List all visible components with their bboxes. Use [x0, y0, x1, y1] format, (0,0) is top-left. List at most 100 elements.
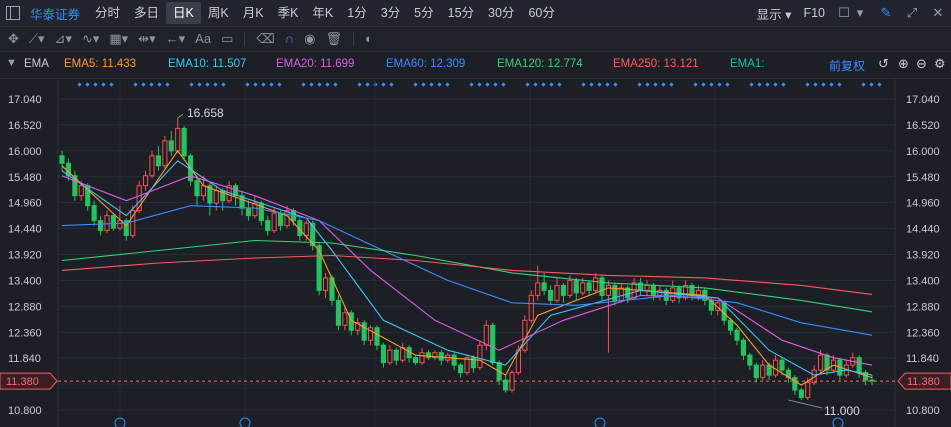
candle-body	[760, 364, 766, 379]
magnet-icon[interactable]: ∩	[285, 28, 294, 50]
candle-body	[361, 322, 367, 341]
candle-body	[117, 220, 123, 229]
marker-dot	[301, 82, 306, 87]
candle-body	[175, 127, 181, 152]
zoom-in-icon[interactable]: ⊕	[898, 56, 909, 72]
arrow-tool-icon[interactable]: ←▾	[166, 28, 186, 50]
zoom-out-icon[interactable]: ⊖	[916, 56, 927, 72]
close-icon[interactable]: ✕	[931, 6, 945, 20]
event-marker-icon[interactable]	[594, 417, 606, 427]
candle-body	[438, 352, 444, 361]
settings-icon[interactable]: ⚙	[934, 56, 946, 72]
eraser-icon[interactable]: ⌫	[256, 28, 274, 50]
separator	[352, 32, 354, 46]
marker-dot	[213, 82, 218, 87]
marker-dot	[605, 82, 610, 87]
marker-dot	[141, 82, 146, 87]
current-price-label-left: 11.380	[6, 376, 39, 388]
square-icon[interactable]: ☐	[837, 6, 851, 20]
candle-body	[155, 155, 162, 167]
period-tab[interactable]: 15分	[441, 2, 481, 24]
text-tool[interactable]: Aa	[195, 28, 211, 50]
marker-dot	[245, 82, 250, 87]
event-marker-icon[interactable]	[832, 417, 844, 427]
marker-dot	[277, 82, 282, 87]
adjust-button[interactable]: 前复权	[829, 57, 865, 74]
marker-dot	[813, 82, 818, 87]
fib-tool-icon[interactable]: ▦▾	[109, 28, 128, 50]
candle-body	[740, 339, 747, 356]
ema-line-ema120	[61, 239, 873, 313]
period-tab[interactable]: 5分	[407, 2, 440, 24]
f10-button[interactable]: F10	[797, 6, 831, 20]
period-tab[interactable]: 分时	[88, 2, 127, 24]
marker-dot	[325, 82, 330, 87]
period-tab[interactable]: 月K	[236, 2, 271, 24]
period-tab[interactable]: 60分	[521, 2, 561, 24]
candle-body	[91, 205, 97, 222]
marker-dot	[93, 82, 98, 87]
marker-dot	[149, 82, 154, 87]
pen-icon[interactable]: ✎	[879, 6, 893, 20]
chevron-down-icon[interactable]: ▾	[853, 6, 867, 20]
marker-dot	[477, 82, 482, 87]
period-tab[interactable]: 30分	[481, 2, 521, 24]
collapse-icon[interactable]: ▼	[6, 57, 17, 69]
crosshair-move-icon[interactable]: ✥	[8, 28, 19, 50]
marker-dot	[221, 82, 226, 87]
period-tab[interactable]: 季K	[271, 2, 306, 24]
toggle-icon[interactable]: ◐	[365, 28, 373, 50]
indicator-name[interactable]: EMA	[24, 58, 49, 70]
range-tool-icon[interactable]: ⇹▾	[138, 28, 155, 50]
marker-dot	[189, 82, 194, 87]
marker-dot	[597, 82, 602, 87]
period-tab[interactable]: 周K	[201, 2, 236, 24]
candle-body	[335, 299, 342, 326]
high-pointer	[177, 113, 184, 119]
undo-icon[interactable]: ↺	[878, 56, 889, 72]
ema-line-ema10	[61, 160, 873, 376]
marker-dot	[165, 82, 170, 87]
marker-dot	[613, 82, 618, 87]
y-tick-label-left: 16.000	[8, 146, 42, 158]
ema-line-ema250	[61, 254, 873, 295]
period-tab[interactable]: 年K	[305, 2, 340, 24]
y-tick-label-right: 13.920	[906, 250, 940, 262]
kline-chart[interactable]: 17.040 17.040 16.520 16.520 16.000 16.000 15.4…	[0, 79, 951, 427]
candle-body	[560, 284, 567, 296]
period-tabs: 分时 多日 日K 周K 月K 季K 年K 1分 3分 5分 15分 30分 60分	[88, 2, 562, 24]
chevron-down-icon: ▾	[785, 7, 792, 22]
candle-body	[271, 212, 277, 232]
y-tick-label-left: 17.040	[8, 94, 42, 106]
expand-icon[interactable]: ⤢	[905, 6, 919, 20]
period-tab[interactable]: 多日	[127, 2, 166, 24]
candle-body	[451, 354, 457, 366]
marker-dot	[381, 82, 386, 87]
candle-body	[213, 190, 219, 204]
trash-icon[interactable]: 🗑	[325, 28, 342, 50]
ema-legend-item: EMA120: 12.774	[497, 58, 583, 70]
top-bar: 华泰证券 分时 多日 日K 周K 月K 季K 年K 1分 3分 5分 15分 30分 60分 显示 ▾ …	[0, 0, 951, 27]
channel-tool-icon[interactable]: ⊿▾	[55, 28, 72, 50]
y-tick-label-left: 14.440	[8, 224, 42, 236]
ema-legend-item: EMA250: 13.121	[613, 58, 699, 70]
candle-body	[779, 359, 785, 371]
candle-body	[97, 220, 104, 232]
marker-dot	[773, 82, 778, 87]
period-tab[interactable]: 1分	[340, 2, 373, 24]
marker-dot	[805, 82, 810, 87]
y-tick-label-left: 15.480	[8, 172, 42, 184]
comment-icon[interactable]: ▭	[221, 28, 233, 50]
marker-dot	[549, 82, 554, 87]
candle-body	[605, 284, 612, 296]
marker-dot	[749, 82, 754, 87]
marker-dot	[589, 82, 594, 87]
line-tool-icon[interactable]: ⟋▾	[29, 28, 45, 50]
period-tab[interactable]: 日K	[166, 2, 201, 24]
marker-dot	[109, 82, 114, 87]
eye-icon[interactable]: ◉	[304, 28, 315, 50]
period-tab[interactable]: 3分	[374, 2, 407, 24]
display-menu[interactable]: 显示 ▾	[751, 4, 798, 23]
wave-tool-icon[interactable]: ∿▾	[82, 28, 99, 50]
window-icon[interactable]	[6, 6, 20, 20]
